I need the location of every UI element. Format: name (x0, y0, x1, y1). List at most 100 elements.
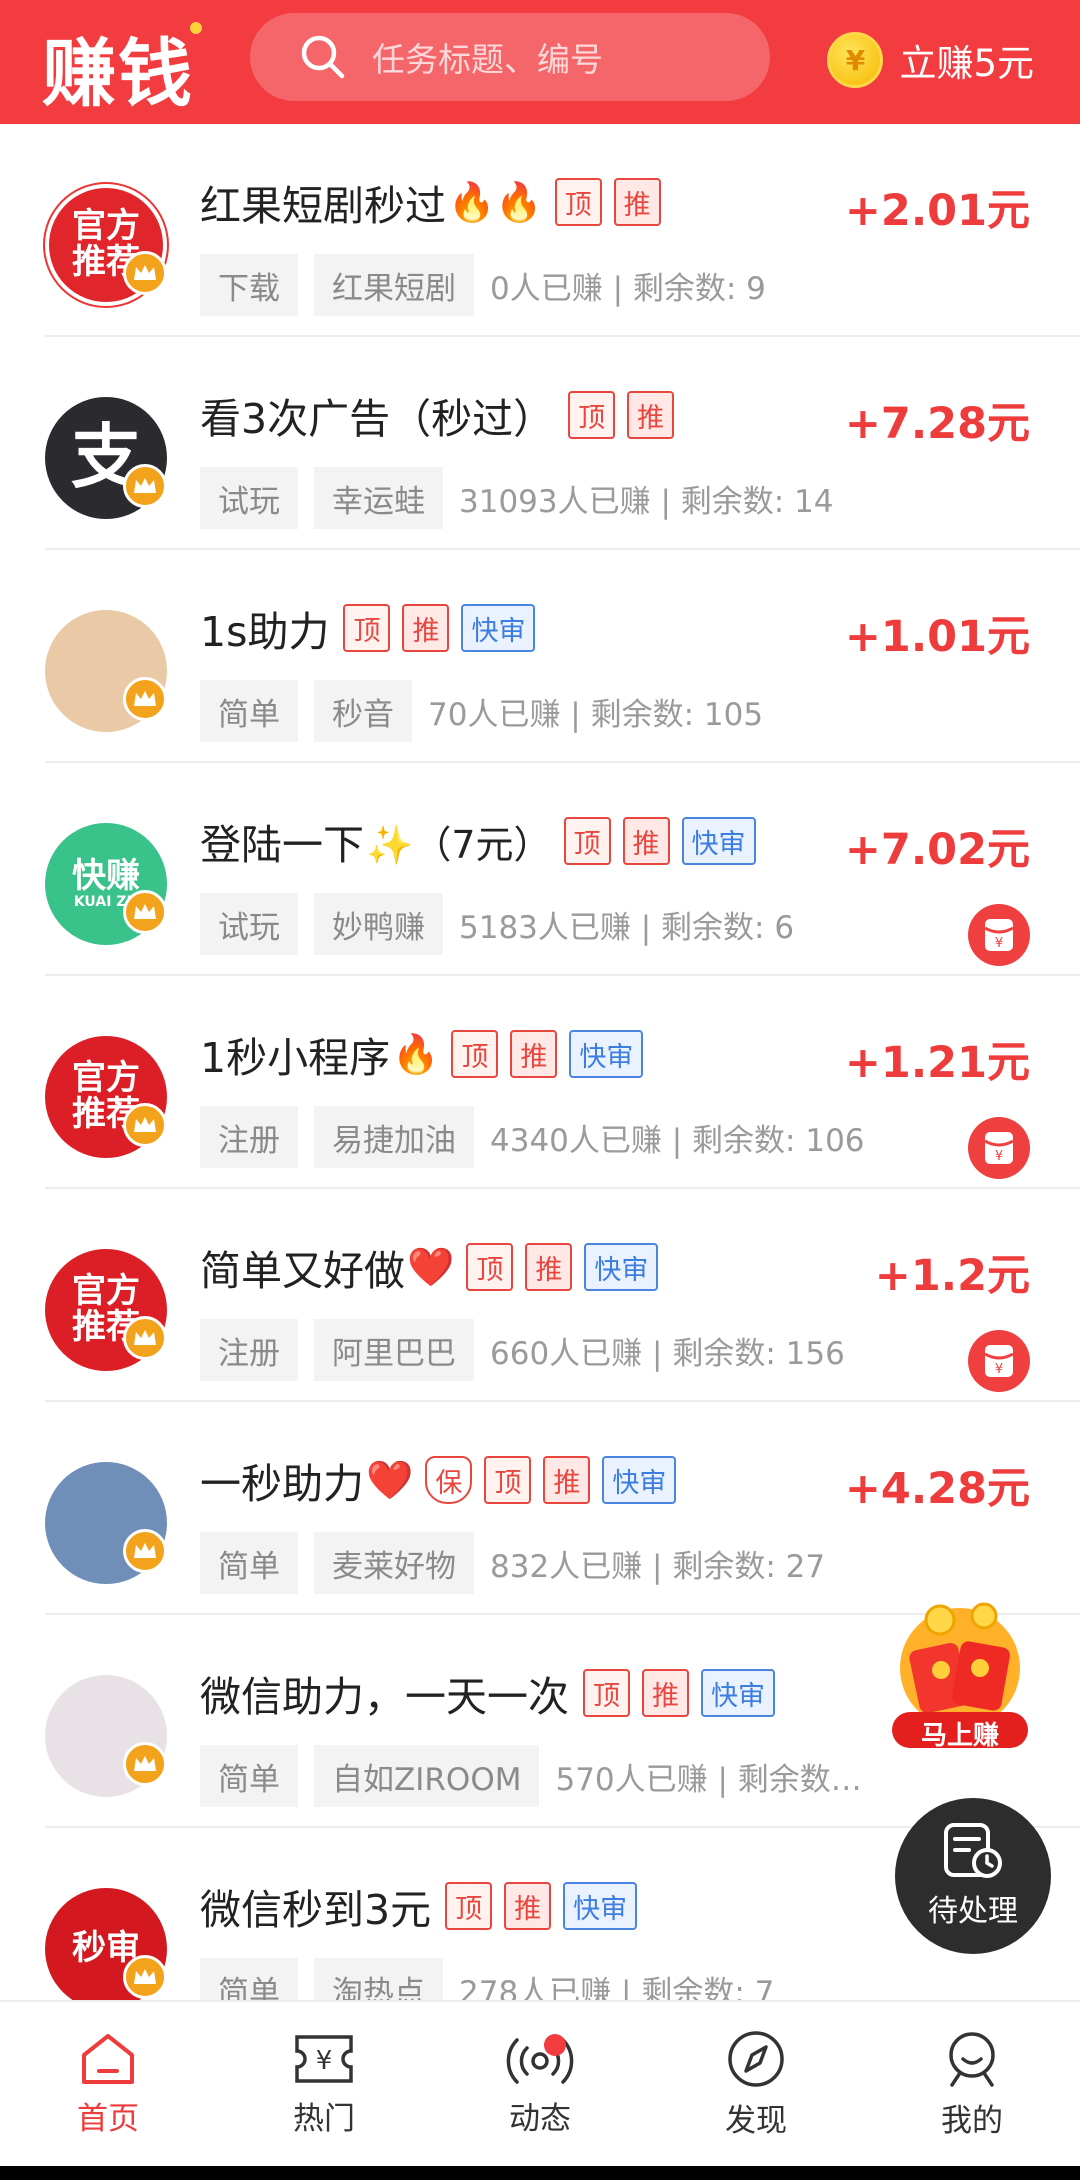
task-meta: 简单 麦莱好物 832人已赚 | 剩余数: 27 (200, 1532, 825, 1594)
task-row[interactable]: 1s助力 顶推快审 +1.01元 简单 秒音 70人已赚 | 剩余数: 105 (0, 550, 1080, 763)
avatar-text: 官方 (72, 1058, 140, 1099)
task-title-line: 一秒助力 ❤️ 保顶推快审 (200, 1452, 677, 1508)
recommend-tag: 推 (642, 1669, 689, 1717)
task-meta: 试玩 幸运蛙 31093人已赚 | 剩余数: 14 (200, 467, 834, 529)
task-title-line: 看3次广告（秒过） 顶推 (200, 387, 675, 443)
task-title: 红果短剧秒过 (200, 182, 446, 230)
pending-tasks-button[interactable]: 待处理 (895, 1798, 1051, 1954)
task-stats: 31093人已赚 | 剩余数: 14 (459, 483, 834, 520)
task-title-line: 登陆一下 ✨（7元） 顶推快审 (200, 813, 756, 869)
task-title-line: 红果短剧秒过 🔥🔥 顶推 (200, 174, 661, 230)
task-title-line: 1s助力 顶推快审 (200, 600, 536, 656)
task-row[interactable]: 官方 推荐 简单又好做 ❤️ 顶推快审 +1.2元 注册 阿里巴巴 660人已赚 |… (0, 1189, 1080, 1402)
svg-text:¥: ¥ (995, 936, 1003, 951)
app-logo: 赚钱 (42, 31, 194, 117)
instant-earn-button[interactable]: ¥ 立赚5元 (827, 32, 1034, 88)
recommend-tag: 推 (627, 391, 675, 439)
notification-dot (544, 2034, 566, 2056)
task-app-chip: 阿里巴巴 (314, 1319, 474, 1381)
task-meta: 注册 易捷加油 4340人已赚 | 剩余数: 106 (200, 1106, 865, 1168)
ticket-icon: ¥ (295, 2034, 353, 2083)
nav-profile[interactable]: 我的 (864, 2002, 1080, 2166)
promo-redpacket-float[interactable]: 马上赚 (880, 1598, 1040, 1758)
task-stats: 570人已赚 | 剩余数… (555, 1761, 862, 1798)
task-row[interactable]: 官方 推荐 1秒小程序 🔥 顶推快审 +1.21元 注册 易捷加油 4340人已赚 … (0, 976, 1080, 1189)
top-tag: 顶 (343, 604, 391, 652)
task-title: 微信助力，一天一次 (200, 1673, 569, 1721)
svg-text:¥: ¥ (995, 1362, 1003, 1377)
nav-feed-label: 动态 (509, 2100, 571, 2137)
nav-home-label: 首页 (77, 2100, 139, 2137)
task-title: 登陆一下 (200, 821, 364, 869)
crown-badge-icon (123, 464, 167, 508)
task-type-chip: 试玩 (200, 893, 298, 955)
avatar-text: 快赚 (72, 855, 140, 896)
guarantee-tag: 保 (425, 1456, 473, 1504)
crown-badge-icon (123, 890, 167, 934)
recommend-tag: 推 (622, 817, 670, 865)
task-reward: +2.01元 (844, 186, 1030, 236)
task-app-chip: 幸运蛙 (314, 467, 443, 529)
task-meta: 简单 秒音 70人已赚 | 剩余数: 105 (200, 680, 763, 742)
task-meta: 下载 红果短剧 0人已赚 | 剩余数: 9 (200, 254, 766, 316)
recommend-tag: 推 (510, 1030, 558, 1078)
task-title-emoji: ❤️ (407, 1244, 455, 1289)
nav-hot[interactable]: ¥ 热门 (216, 2002, 432, 2166)
coin-icon: ¥ (827, 32, 884, 88)
search-icon (301, 35, 345, 79)
task-title-emoji: 🔥 (392, 1031, 440, 1076)
task-stats: 4340人已赚 | 剩余数: 106 (490, 1122, 865, 1159)
top-tag: 顶 (445, 1882, 493, 1930)
task-type-chip: 下载 (200, 254, 298, 316)
instant-earn-label: 立赚5元 (899, 42, 1034, 85)
task-title-line: 1秒小程序 🔥 顶推快审 (200, 1026, 644, 1082)
task-meta: 简单 自如ZIROOM 570人已赚 | 剩余数… (200, 1745, 862, 1807)
nav-discover[interactable]: 发现 (648, 2002, 864, 2166)
top-tag: 顶 (466, 1243, 514, 1291)
task-title: 1秒小程序 (200, 1034, 391, 1082)
svg-text:¥: ¥ (316, 2046, 333, 2076)
task-stats: 0人已赚 | 剩余数: 9 (490, 270, 766, 307)
task-stats: 832人已赚 | 剩余数: 27 (490, 1548, 826, 1585)
task-reward: +7.28元 (844, 399, 1030, 449)
top-tag: 顶 (568, 391, 616, 439)
top-header: 赚钱 任务标题、编号 ¥ 立赚5元 (0, 0, 1080, 124)
redpacket-icon: ¥ (968, 1330, 1030, 1392)
nav-profile-label: 我的 (941, 2102, 1003, 2139)
promo-label: 马上赚 (920, 1721, 999, 1751)
task-stats: 660人已赚 | 剩余数: 156 (490, 1335, 845, 1372)
task-row[interactable]: 快赚 KUAI ZH 登陆一下 ✨（7元） 顶推快审 +7.02元 试玩 妙鸭赚 5… (0, 763, 1080, 976)
bottom-nav: 首页 ¥ 热门 动态 发现 我的 (0, 2000, 1080, 2166)
fast-review-tag: 快审 (701, 1669, 775, 1717)
search-bar[interactable]: 任务标题、编号 (250, 13, 770, 101)
crown-badge-icon (123, 1742, 167, 1786)
task-title: 看3次广告（秒过） (200, 395, 555, 443)
system-gesture-bar (0, 2166, 1080, 2180)
nav-home[interactable]: 首页 (0, 2002, 216, 2166)
task-type-chip: 注册 (200, 1319, 298, 1381)
nav-feed[interactable]: 动态 (432, 2002, 648, 2166)
top-tag: 顶 (554, 178, 602, 226)
fast-review-tag: 快审 (681, 817, 756, 865)
task-title: 一秒助力 (200, 1460, 364, 1508)
task-title: 简单又好做 (200, 1247, 405, 1295)
task-row[interactable]: 官方 推荐 红果短剧秒过 🔥🔥 顶推 +2.01元 下载 红果短剧 0人已赚 | 剩… (0, 124, 1080, 337)
task-meta: 试玩 妙鸭赚 5183人已赚 | 剩余数: 6 (200, 893, 794, 955)
search-placeholder: 任务标题、编号 (372, 40, 603, 79)
recommend-tag: 推 (504, 1882, 552, 1930)
redpacket-icon: ¥ (968, 1117, 1030, 1179)
crown-badge-icon (123, 1103, 167, 1147)
top-tag: 顶 (451, 1030, 499, 1078)
task-stats: 5183人已赚 | 剩余数: 6 (459, 909, 795, 946)
task-stats: 70人已赚 | 剩余数: 105 (428, 696, 764, 733)
crown-badge-icon (123, 1316, 167, 1360)
task-row[interactable]: 一秒助力 ❤️ 保顶推快审 +4.28元 简单 麦莱好物 832人已赚 | 剩余数… (0, 1402, 1080, 1615)
task-title-emoji: ❤️ (366, 1457, 414, 1502)
profile-icon (949, 2031, 995, 2087)
task-reward: +1.01元 (844, 612, 1030, 662)
task-app-chip: 自如ZIROOM (314, 1745, 540, 1807)
home-icon (82, 2033, 134, 2084)
logo-dot (190, 22, 202, 34)
task-row[interactable]: 支 看3次广告（秒过） 顶推 +7.28元 试玩 幸运蛙 31093人已赚 | 剩… (0, 337, 1080, 550)
top-tag: 顶 (484, 1456, 532, 1504)
